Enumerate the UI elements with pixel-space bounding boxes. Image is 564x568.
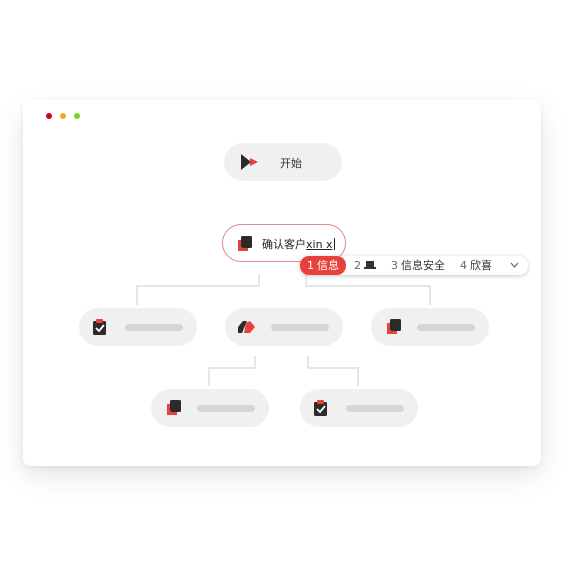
ime-composition-text: xin x [306, 238, 333, 251]
node-placeholder-bar [271, 324, 329, 331]
chevron-down-icon[interactable] [510, 262, 519, 269]
play-icon [241, 154, 258, 170]
text-caret [333, 238, 335, 250]
document-icon [167, 400, 181, 415]
node-placeholder-bar [417, 324, 475, 331]
connector-bottom-left [208, 356, 256, 386]
start-node-label: 开始 [280, 157, 302, 170]
flow-node-bottom-right[interactable] [300, 389, 418, 427]
node-title-input[interactable]: 确认客户xin x [262, 236, 335, 252]
clipboard-check-icon [314, 400, 327, 416]
ime-candidate-1[interactable]: 1 信息 [300, 256, 346, 275]
flow-node-left[interactable] [79, 308, 197, 346]
document-icon [238, 236, 252, 251]
node-placeholder-bar [197, 405, 255, 412]
connector-right [305, 274, 431, 305]
flow-connectors [136, 274, 431, 386]
flow-node-center[interactable] [225, 308, 343, 346]
document-icon [387, 319, 401, 334]
ime-candidate-4[interactable]: 4 欣喜 [460, 256, 492, 275]
tag-icon [238, 321, 255, 333]
connector-left [136, 274, 260, 305]
ime-candidate-3[interactable]: 3 信息安全 [391, 256, 445, 275]
ime-candidate-2[interactable]: 2 [354, 256, 376, 275]
node-placeholder-bar [125, 324, 183, 331]
laptop-emoji-icon [364, 261, 376, 269]
connector-bottom-right [307, 356, 359, 386]
flow-node-bottom-left[interactable] [151, 389, 269, 427]
ime-candidate-bar: 1 信息 2 3 信息安全 4 欣喜 [300, 256, 528, 275]
node-title-label: 确认客户 [262, 238, 306, 251]
node-placeholder-bar [346, 405, 404, 412]
flow-node-right[interactable] [371, 308, 489, 346]
clipboard-check-icon [93, 319, 106, 335]
